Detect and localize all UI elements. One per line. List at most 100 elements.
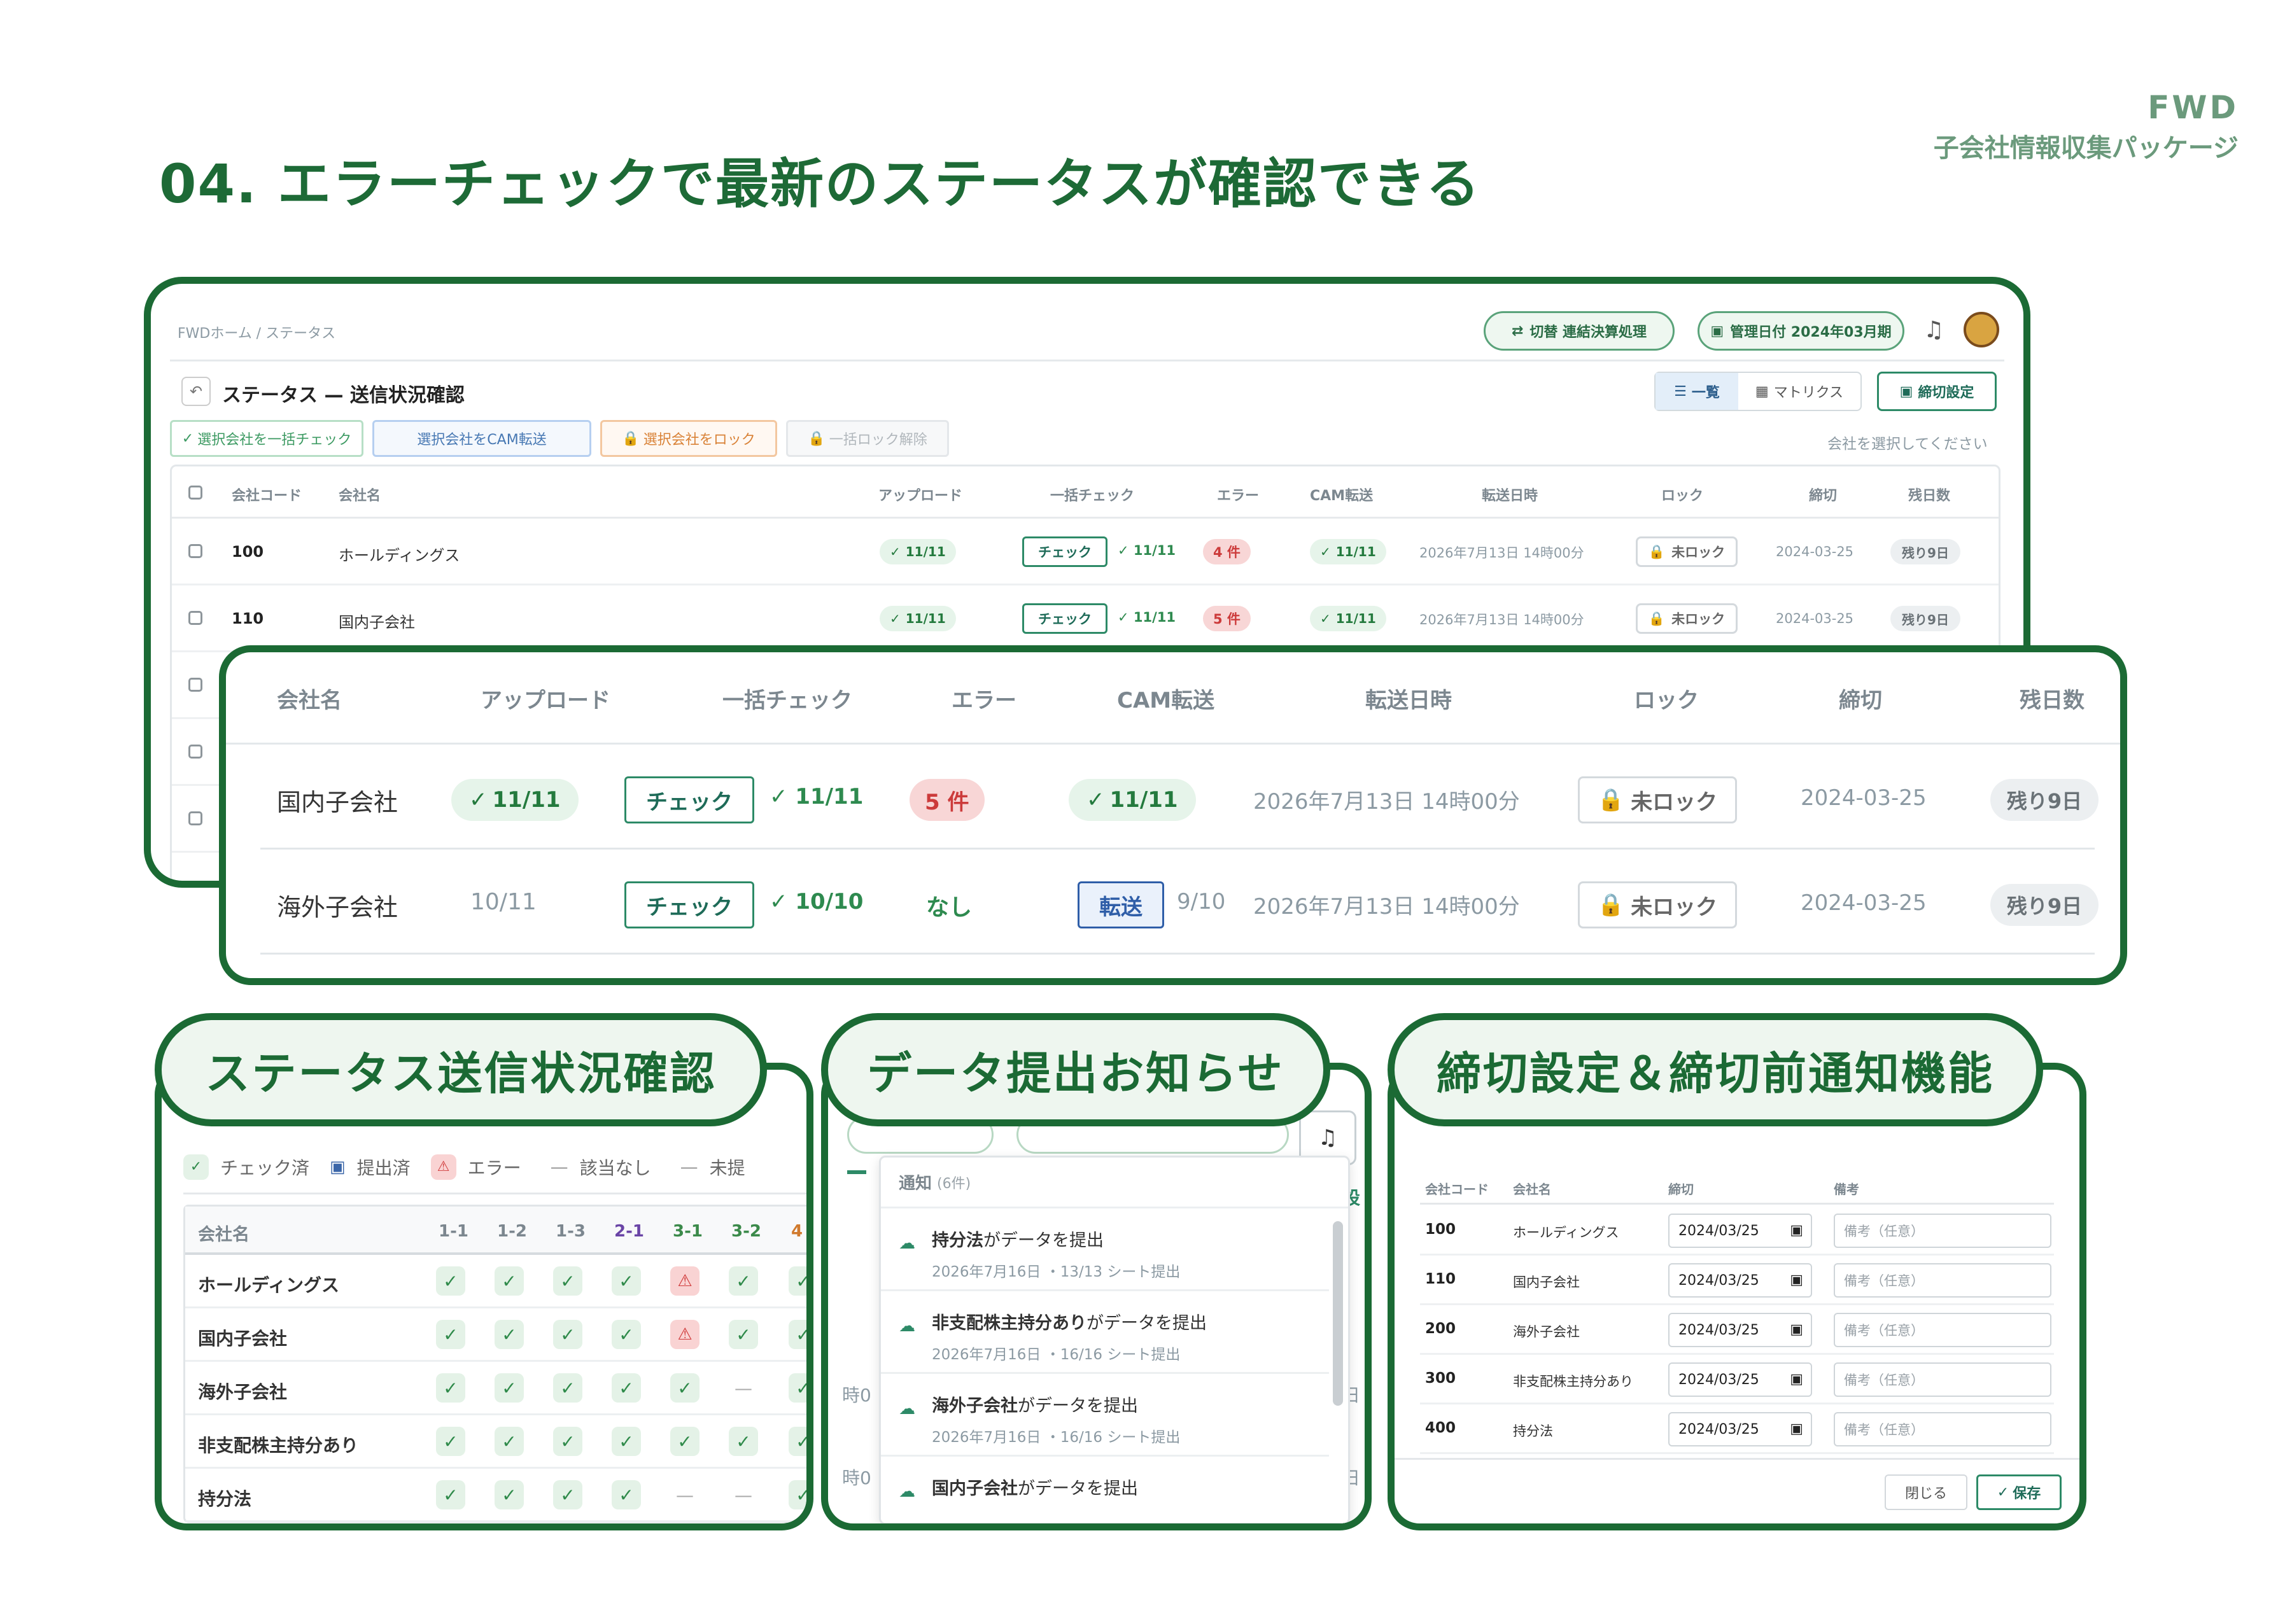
back-icon[interactable]: ↶ (181, 377, 211, 406)
close-button[interactable]: 閉じる (1885, 1474, 1967, 1510)
check-button[interactable]: チェック (1022, 536, 1107, 567)
check-button[interactable]: チェック (1022, 603, 1107, 634)
switch-button[interactable]: ⇄ 切替 連結決算処理 (1484, 311, 1675, 351)
warning-icon[interactable]: ⚠ (670, 1266, 700, 1296)
check-icon[interactable]: ✓ (495, 1320, 524, 1349)
check-icon[interactable]: ✓ (553, 1320, 582, 1349)
dash-icon[interactable]: — (729, 1480, 758, 1509)
date-input[interactable]: 2024/03/25 ▣ (1668, 1214, 1812, 1248)
check-icon[interactable]: ✓ (789, 1427, 806, 1456)
management-date-button[interactable]: ▣ 管理日付 2024年03月期 (1698, 311, 1904, 351)
lock-button[interactable]: 🔒 未ロック (1636, 536, 1738, 567)
deadline-row[interactable]: 100 ホールディングス 2024/03/25 ▣ 備考（任意） (1420, 1206, 2054, 1256)
bulk-unlock-button[interactable]: 🔒 一括ロック解除 (786, 420, 949, 457)
check-icon[interactable]: ✓ (729, 1320, 758, 1349)
check-icon[interactable]: ✓ (612, 1427, 641, 1456)
check-icon[interactable]: ✓ (789, 1480, 806, 1509)
check-icon[interactable]: ✓ (670, 1427, 700, 1456)
check-icon[interactable]: ✓ (436, 1266, 465, 1296)
lock-button[interactable]: 🔒 未ロック (1578, 881, 1737, 928)
save-button[interactable]: ✓ 保存 (1976, 1474, 2062, 1510)
notification-item[interactable]: ☁ 国内子会社がデータを提出 (881, 1457, 1329, 1523)
calendar-icon[interactable]: ▣ (1790, 1322, 1803, 1338)
date-input[interactable]: 2024/03/25 ▣ (1668, 1362, 1812, 1397)
row-checkbox[interactable] (188, 678, 202, 692)
error-badge[interactable]: 5 件 (910, 779, 985, 821)
check-icon[interactable]: ✓ (495, 1266, 524, 1296)
deadline-row[interactable]: 300 非支配株主持分あり 2024/03/25 ▣ 備考（任意） (1420, 1355, 2054, 1404)
table-row[interactable]: 海外子会社 10/11 チェック ✓ 10/10 なし 転送 9/10 2026… (260, 850, 2099, 955)
matrix-row[interactable]: 海外子会社 ✓ ✓ ✓ ✓ ✓ — ✓ (185, 1362, 806, 1415)
check-icon[interactable]: ✓ (553, 1373, 582, 1403)
lock-button[interactable]: 🔒 未ロック (1636, 603, 1738, 634)
error-badge[interactable]: 4 件 (1203, 539, 1251, 564)
check-icon[interactable]: ✓ (612, 1320, 641, 1349)
bulk-lock-button[interactable]: 🔒 選択会社をロック (600, 420, 777, 457)
table-row[interactable]: 110 国内子会社 ✓ 11/11 チェック ✓ 11/11 5 件 ✓ 11/11… (172, 585, 1999, 652)
warning-icon[interactable]: ⚠ (670, 1320, 700, 1349)
deadline-row[interactable]: 110 国内子会社 2024/03/25 ▣ 備考（任意） (1420, 1256, 2054, 1305)
view-matrix-tab[interactable]: ▦ マトリクス (1738, 373, 1860, 410)
check-icon[interactable]: ✓ (789, 1373, 806, 1403)
deadline-row[interactable]: 400 持分法 2024/03/25 ▣ 備考（任意） (1420, 1404, 2054, 1454)
calendar-icon[interactable]: ▣ (1790, 1371, 1803, 1387)
check-icon[interactable]: ✓ (495, 1373, 524, 1403)
row-checkbox[interactable] (188, 745, 202, 759)
bulk-cam-transfer-button[interactable]: 選択会社をCAM転送 (372, 420, 591, 457)
dash-icon[interactable]: — (729, 1373, 758, 1403)
deadline-row[interactable]: 200 海外子会社 2024/03/25 ▣ 備考（任意） (1420, 1305, 2054, 1355)
date-input[interactable]: 2024/03/25 ▣ (1668, 1263, 1812, 1298)
scrollbar[interactable] (1333, 1221, 1343, 1406)
table-row[interactable]: 国内子会社 ✓ 11/11 チェック ✓ 11/11 5 件 ✓ 11/11 202… (260, 745, 2099, 850)
note-input[interactable]: 備考（任意） (1834, 1313, 2051, 1347)
transfer-button[interactable]: 転送 (1078, 881, 1164, 928)
calendar-icon[interactable]: ▣ (1790, 1222, 1803, 1238)
deadline-settings-button[interactable]: ▣ 締切設定 (1877, 372, 1997, 411)
check-icon[interactable]: ✓ (436, 1427, 465, 1456)
notification-item[interactable]: ☁ 非支配株主持分ありがデータを提出 2026年7月16日 ・16/16 シート… (881, 1291, 1329, 1374)
notification-item[interactable]: ☁ 海外子会社がデータを提出 2026年7月16日 ・16/16 シート提出 (881, 1374, 1329, 1457)
matrix-row[interactable]: ホールディングス ✓ ✓ ✓ ✓ ⚠ ✓ ✓ (185, 1255, 806, 1308)
check-button[interactable]: チェック (624, 776, 754, 823)
lock-button[interactable]: 🔒 未ロック (1578, 776, 1737, 823)
check-icon[interactable]: ✓ (495, 1427, 524, 1456)
breadcrumb[interactable]: FWDホーム / ステータス (178, 322, 335, 342)
note-input[interactable]: 備考（任意） (1834, 1362, 2051, 1397)
matrix-row[interactable]: 国内子会社 ✓ ✓ ✓ ✓ ⚠ ✓ ✓ (185, 1308, 806, 1362)
matrix-row[interactable]: 非支配株主持分あり ✓ ✓ ✓ ✓ ✓ ✓ ✓ (185, 1415, 806, 1469)
check-icon[interactable]: ✓ (789, 1266, 806, 1296)
check-icon[interactable]: ✓ (612, 1480, 641, 1509)
check-icon[interactable]: ✓ (436, 1373, 465, 1403)
note-input[interactable]: 備考（任意） (1834, 1263, 2051, 1298)
calendar-icon[interactable]: ▣ (1790, 1272, 1803, 1288)
row-checkbox[interactable] (188, 611, 202, 625)
check-icon[interactable]: ✓ (495, 1480, 524, 1509)
note-input[interactable]: 備考（任意） (1834, 1214, 2051, 1248)
check-icon[interactable]: ✓ (553, 1480, 582, 1509)
date-input[interactable]: 2024/03/25 ▣ (1668, 1412, 1812, 1446)
check-button[interactable]: チェック (624, 881, 754, 928)
table-row[interactable]: 100 ホールディングス ✓ 11/11 チェック ✓ 11/11 4 件 ✓ 11… (172, 519, 1999, 585)
row-checkbox[interactable] (188, 811, 202, 825)
check-icon[interactable]: ✓ (670, 1373, 700, 1403)
notification-item[interactable]: ☁ 持分法がデータを提出 2026年7月16日 ・13/13 シート提出 (881, 1208, 1329, 1291)
matrix-row[interactable]: 持分法 ✓ ✓ ✓ ✓ — — ✓ (185, 1469, 806, 1522)
avatar[interactable] (1964, 312, 1999, 347)
check-icon[interactable]: ✓ (553, 1427, 582, 1456)
bulk-check-button[interactable]: ✓ 選択会社を一括チェック (170, 420, 363, 457)
bell-icon[interactable]: ♫ (1923, 317, 1944, 343)
check-icon[interactable]: ✓ (612, 1373, 641, 1403)
check-icon[interactable]: ✓ (436, 1320, 465, 1349)
check-icon[interactable]: ✓ (789, 1320, 806, 1349)
select-all-checkbox[interactable] (188, 486, 202, 500)
check-icon[interactable]: ✓ (436, 1480, 465, 1509)
calendar-icon[interactable]: ▣ (1790, 1421, 1803, 1437)
check-icon[interactable]: ✓ (729, 1266, 758, 1296)
error-badge[interactable]: 5 件 (1203, 606, 1251, 631)
row-checkbox[interactable] (188, 544, 202, 558)
check-icon[interactable]: ✓ (729, 1427, 758, 1456)
view-list-tab[interactable]: ☰ 一覧 (1656, 373, 1738, 410)
check-icon[interactable]: ✓ (612, 1266, 641, 1296)
note-input[interactable]: 備考（任意） (1834, 1412, 2051, 1446)
dash-icon[interactable]: — (670, 1480, 700, 1509)
